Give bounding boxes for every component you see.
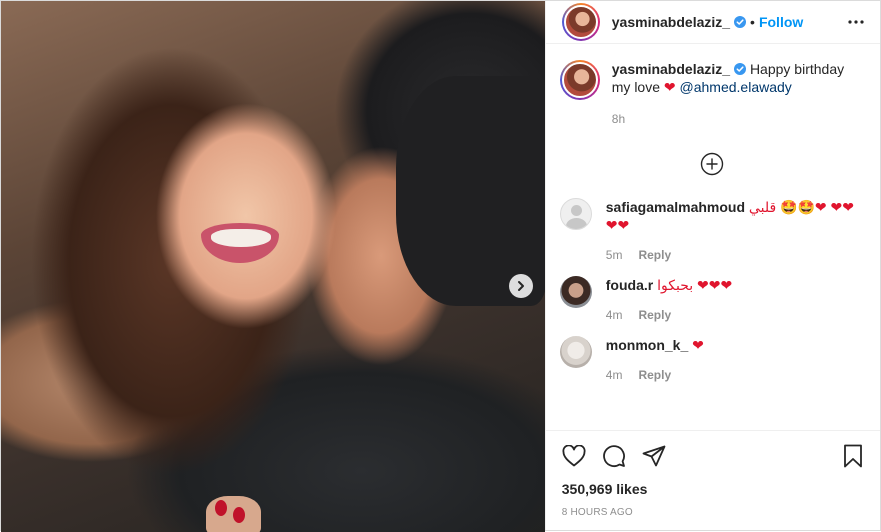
next-photo-button[interactable] [509,274,533,298]
heart-emoji: ❤ [663,79,676,95]
post-side-panel: yasminabdelaziz_ • Follow yasminabdelazi… [544,1,880,530]
commenter-avatar[interactable] [559,198,592,230]
verified-badge-icon [734,63,747,75]
caption-mention-link[interactable]: @ahmed.elawady [680,79,792,95]
comment-icon [602,445,625,467]
post-photo[interactable] [1,1,545,532]
follow-button[interactable]: Follow [759,14,803,30]
comment-username[interactable]: safiagamalmahmoud [606,199,745,215]
caption-username[interactable]: yasminabdelaziz_ [612,61,730,77]
photo-teeth-shape [211,229,271,247]
share-button[interactable] [642,445,666,467]
comment-username[interactable]: fouda.r [606,277,653,293]
verified-badge-icon [734,16,747,28]
paper-plane-icon [642,445,666,467]
reply-button[interactable]: Reply [638,246,671,264]
post-timestamp: 8 HOURS AGO [561,507,633,518]
more-options-button[interactable] [848,20,864,24]
caption-time: 8h [611,112,626,126]
comment-time: 4m [605,368,623,382]
comment-meta: 4m Reply [606,366,704,384]
comment-meta: 4m Reply [606,306,732,324]
instagram-post: yasminabdelaziz_ • Follow yasminabdelazi… [0,0,881,532]
photo-nail-shape [215,500,227,516]
comment-username[interactable]: monmon_k_ [606,337,688,353]
separator-dot: • [750,14,755,30]
comment-body: safiagamalmahmoud قلبي 🤩🤩❤ ❤❤❤❤ 5m Reply [606,198,864,264]
like-button[interactable] [562,445,586,467]
chevron-right-icon [518,281,524,291]
post-actions: 350,969 likes 8 HOURS AGO [545,430,880,530]
caption-text-1: Happy birthday [749,61,845,77]
comment-text: بحبكوا ❤❤❤ [657,277,733,293]
comment-body: fouda.r بحبكوا ❤❤❤ 4m Reply [606,276,732,324]
caption-text-2: my love [611,79,660,95]
reply-button[interactable]: Reply [638,306,671,324]
bookmark-icon [844,444,862,468]
comment-body: monmon_k_ ❤ 4m Reply [606,336,704,384]
post-header: yasminabdelaziz_ • Follow [545,1,880,44]
comment-meta: 5m Reply [606,246,864,264]
reply-button[interactable]: Reply [638,366,671,384]
more-options-icon [848,20,864,24]
comment-item: monmon_k_ ❤ 4m Reply [559,336,864,384]
caption-meta: 8h [612,110,844,128]
load-more-comments-button[interactable] [560,152,864,176]
comment-time: 5m [605,248,623,262]
author-avatar[interactable] [561,3,600,41]
action-icons [562,441,864,471]
heart-icon [562,445,586,467]
plus-circle-icon [700,152,724,176]
comment-item: fouda.r بحبكوا ❤❤❤ 4m Reply [559,276,864,324]
comment-button[interactable] [602,444,626,468]
caption-author-avatar[interactable] [559,60,600,100]
photo-beanie-shape [396,76,545,306]
photo-nail-shape [233,507,245,523]
comments-list: yasminabdelaziz_ Happy birthday my love … [546,44,880,430]
caption: yasminabdelaziz_ Happy birthday my love … [559,60,864,128]
likes-count[interactable]: 350,969 likes [562,481,864,497]
comment-text: ❤ [692,337,704,353]
comment-item: safiagamalmahmoud قلبي 🤩🤩❤ ❤❤❤❤ 5m Reply [559,198,864,264]
save-button[interactable] [842,444,864,468]
commenter-avatar[interactable] [559,276,592,308]
commenter-avatar[interactable] [559,336,592,368]
caption-body: yasminabdelaziz_ Happy birthday my love … [612,60,844,128]
author-username[interactable]: yasminabdelaziz_ [612,14,730,30]
comment-time: 4m [605,308,623,322]
